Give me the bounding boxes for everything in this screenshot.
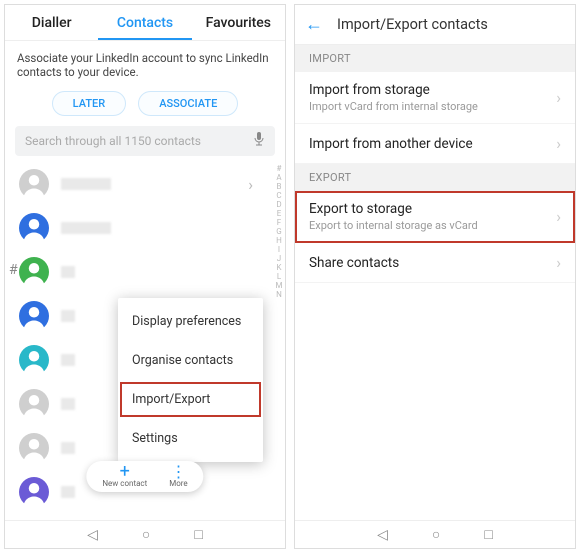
nav-back-icon[interactable]: ◁ bbox=[377, 527, 388, 543]
search-placeholder: Search through all 1150 contacts bbox=[25, 134, 201, 148]
menu-display-preferences[interactable]: Display preferences bbox=[118, 302, 263, 341]
chevron-right-icon: › bbox=[556, 207, 561, 226]
list-item[interactable]: › bbox=[19, 162, 273, 206]
more-label: More bbox=[169, 479, 187, 488]
contact-name bbox=[61, 222, 111, 234]
nav-home-icon[interactable]: ○ bbox=[432, 526, 440, 543]
contact-name bbox=[61, 354, 75, 366]
avatar bbox=[19, 389, 49, 419]
contact-name bbox=[61, 178, 111, 190]
row-import-from-storage[interactable]: Import from storage Import vCard from in… bbox=[295, 72, 575, 124]
avatar bbox=[19, 345, 49, 375]
contact-name bbox=[61, 486, 75, 498]
section-marker: # bbox=[9, 262, 18, 278]
search-input[interactable]: Search through all 1150 contacts bbox=[15, 126, 275, 156]
top-tabs: Dialler Contacts Favourites bbox=[5, 5, 285, 41]
nav-home-icon[interactable]: ○ bbox=[142, 526, 150, 543]
list-item[interactable] bbox=[19, 206, 273, 250]
alpha-index[interactable]: #ABCDEFGHIJKLMN bbox=[273, 162, 285, 520]
tab-favourites[interactable]: Favourites bbox=[192, 5, 285, 40]
section-export: EXPORT bbox=[295, 164, 575, 191]
later-button[interactable]: LATER bbox=[52, 91, 127, 116]
plus-icon: + bbox=[102, 465, 147, 479]
row-label: Export to storage bbox=[309, 201, 556, 217]
menu-settings[interactable]: Settings bbox=[118, 419, 263, 458]
chevron-right-icon: › bbox=[556, 134, 561, 153]
page-header: ← Import/Export contacts bbox=[295, 5, 575, 45]
back-icon[interactable]: ← bbox=[305, 14, 323, 35]
linkedin-buttons: LATER ASSOCIATE bbox=[5, 83, 285, 126]
avatar bbox=[19, 301, 49, 331]
row-export-to-storage[interactable]: Export to storage Export to internal sto… bbox=[295, 191, 575, 243]
contact-name bbox=[61, 442, 75, 454]
new-contact-button[interactable]: + New contact bbox=[102, 465, 147, 488]
row-label: Import from storage bbox=[309, 82, 556, 98]
row-import-from-device[interactable]: Import from another device › bbox=[295, 124, 575, 164]
chevron-right-icon: › bbox=[248, 175, 253, 194]
contact-name bbox=[61, 310, 75, 322]
new-contact-label: New contact bbox=[102, 479, 147, 488]
avatar bbox=[19, 433, 49, 463]
android-navbar: ◁ ○ □ bbox=[295, 520, 575, 548]
avatar bbox=[19, 169, 49, 199]
nav-back-icon[interactable]: ◁ bbox=[87, 527, 98, 543]
overflow-menu: Display preferences Organise contacts Im… bbox=[118, 298, 263, 462]
menu-organise-contacts[interactable]: Organise contacts bbox=[118, 341, 263, 380]
row-sublabel: Export to internal storage as vCard bbox=[309, 219, 556, 232]
row-share-contacts[interactable]: Share contacts › bbox=[295, 243, 575, 283]
mic-icon[interactable] bbox=[253, 131, 265, 151]
tab-dialler[interactable]: Dialler bbox=[5, 5, 98, 40]
fab-bar: + New contact ⋮ More bbox=[86, 461, 203, 492]
more-icon: ⋮ bbox=[169, 465, 187, 479]
nav-recent-icon[interactable]: □ bbox=[484, 526, 492, 543]
row-label: Import from another device bbox=[309, 136, 556, 152]
android-navbar: ◁ ○ □ bbox=[5, 520, 285, 548]
nav-recent-icon[interactable]: □ bbox=[194, 526, 202, 543]
linkedin-prompt: Associate your LinkedIn account to sync … bbox=[5, 41, 285, 83]
chevron-right-icon: › bbox=[556, 253, 561, 272]
avatar bbox=[19, 257, 49, 287]
tab-contacts[interactable]: Contacts bbox=[98, 5, 191, 40]
section-import: IMPORT bbox=[295, 45, 575, 72]
page-title: Import/Export contacts bbox=[337, 16, 488, 33]
row-sublabel: Import vCard from internal storage bbox=[309, 100, 556, 113]
chevron-right-icon: › bbox=[556, 88, 561, 107]
menu-import-export[interactable]: Import/Export bbox=[118, 380, 263, 419]
row-label: Share contacts bbox=[309, 255, 556, 271]
list-item[interactable] bbox=[19, 250, 273, 294]
avatar bbox=[19, 477, 49, 507]
contact-name bbox=[61, 266, 75, 278]
right-screen: ← Import/Export contacts IMPORT Import f… bbox=[294, 4, 576, 549]
avatar bbox=[19, 213, 49, 243]
associate-button[interactable]: ASSOCIATE bbox=[138, 91, 238, 116]
more-button[interactable]: ⋮ More bbox=[169, 465, 187, 488]
contact-name bbox=[61, 398, 75, 410]
left-screen: Dialler Contacts Favourites Associate yo… bbox=[4, 4, 286, 549]
